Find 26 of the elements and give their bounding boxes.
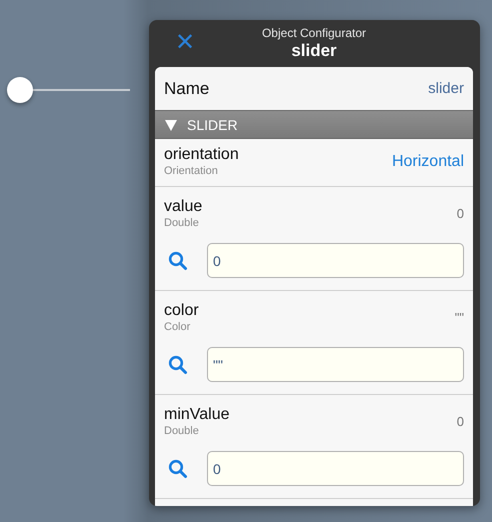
choice-value[interactable]: Horizontal: [392, 152, 464, 170]
property-type: Orientation: [164, 164, 219, 178]
name-value[interactable]: slider: [428, 80, 464, 97]
slider-thumb[interactable]: [7, 77, 33, 103]
section-header[interactable]: SLIDER: [155, 110, 473, 139]
property-name: value: [164, 197, 202, 216]
property-name: orientation: [164, 145, 239, 164]
property-type: Double: [164, 424, 200, 438]
input-field[interactable]: "": [207, 347, 464, 382]
property-name: minValue: [164, 405, 230, 424]
input-field[interactable]: 0: [207, 451, 464, 486]
panel-subtitle: Object Configurator: [262, 26, 366, 41]
close-button[interactable]: ✕: [175, 29, 196, 55]
current-value: "": [454, 310, 464, 325]
property-label: Name: [164, 78, 210, 98]
property-name: color: [164, 301, 199, 320]
current-value: 0: [456, 414, 464, 429]
search-icon[interactable]: [168, 250, 188, 270]
section-label: SLIDER: [187, 116, 238, 132]
property-type: Double: [164, 216, 200, 230]
search-icon[interactable]: [168, 458, 188, 478]
input-field[interactable]: 0: [207, 243, 464, 278]
search-icon[interactable]: [168, 354, 188, 374]
current-value: 0: [456, 206, 464, 221]
property-type: Color: [164, 320, 192, 334]
panel-title: slider: [291, 41, 337, 61]
